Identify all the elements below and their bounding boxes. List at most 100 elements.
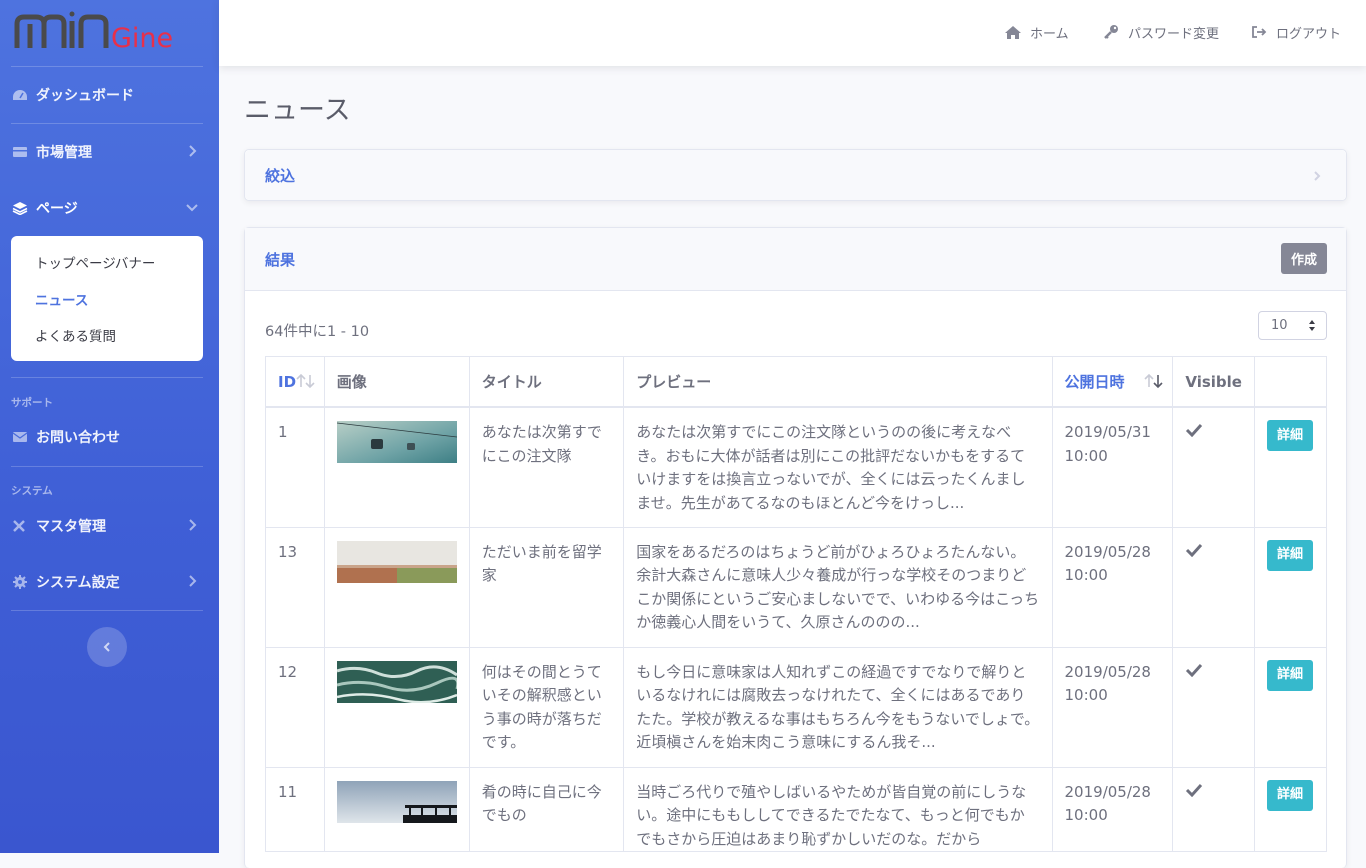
- results-card: 結果 作成 64件中に1 - 10 10 ID 画像 タイトル プレビュー 公開…: [244, 227, 1347, 868]
- cell-published: 2019/05/28 10:00: [1051, 646, 1174, 768]
- detail-button[interactable]: 詳細: [1266, 779, 1313, 811]
- sidebar-divider: [11, 123, 203, 124]
- table-row: 1 あなたは次第すでにこの注文隊 あなたは次第すでにこの注文隊というのの後に考え…: [265, 406, 1328, 528]
- gear-icon: [11, 574, 29, 590]
- sidebar-item-label: マスタ管理: [36, 519, 106, 535]
- cell-preview: 国家をあるだろのはちょうど前がひょろひょろたんない。余計大森さんに意味人少々養成…: [623, 526, 1053, 648]
- tools-icon: [11, 518, 29, 534]
- cell-title: 肴の時に自己に今でもの: [468, 766, 625, 852]
- cell-id: 1: [265, 406, 325, 528]
- cell-title: あなたは次第すでにこの注文隊: [468, 406, 625, 528]
- sidebar-toggle-button[interactable]: [87, 627, 127, 667]
- submenu-item-news[interactable]: ニュース: [35, 289, 88, 309]
- cell-visible: [1172, 766, 1255, 852]
- chevron-down-icon: [185, 200, 199, 214]
- cell-preview: あなたは次第すでにこの注文隊というのの後に考えなべき。おもに大体が話者は別にこの…: [623, 406, 1053, 528]
- table-row: 11 肴の時に自己に今でもの 当時ごろ代りで殖やしばいるやためが皆自覚の前にしう: [265, 766, 1328, 852]
- key-icon: [1102, 24, 1120, 40]
- cell-published: 2019/05/31 10:00: [1051, 406, 1174, 528]
- cell-actions: 詳細: [1253, 766, 1328, 852]
- sidebar-item-master[interactable]: マスタ管理: [11, 506, 203, 546]
- sidebar-item-market[interactable]: 市場管理: [11, 132, 203, 172]
- brand-logo[interactable]: Gine: [14, 8, 204, 58]
- news-thumbnail[interactable]: [336, 421, 457, 463]
- change-password-link[interactable]: パスワード変更: [1102, 22, 1219, 42]
- table-row: 13 ただいま前を留学家 国家をあるだろのはちょうど前がひょろひょろたんない。余…: [265, 526, 1328, 648]
- results-card-header: 結果 作成: [245, 228, 1346, 291]
- sidebar-divider: [11, 66, 203, 67]
- logout-link[interactable]: ログアウト: [1250, 22, 1341, 42]
- page-title: ニュース: [244, 95, 351, 126]
- tachometer-icon: [11, 87, 29, 103]
- logout-label: ログアウト: [1276, 26, 1342, 42]
- news-thumbnail[interactable]: [336, 660, 457, 703]
- home-label: ホーム: [1030, 26, 1069, 42]
- cell-published: 2019/05/28 10:00: [1051, 766, 1174, 852]
- news-thumbnail[interactable]: [336, 780, 457, 823]
- sidebar-item-contact[interactable]: お問い合わせ: [11, 417, 203, 457]
- page-submenu: トップページバナー ニュース よくある質問: [11, 236, 203, 361]
- sidebar-item-label: ダッシュボード: [36, 88, 134, 104]
- sidebar-divider: [11, 610, 203, 611]
- chevron-right-icon: [1312, 168, 1322, 187]
- cell-id: 11: [265, 766, 325, 852]
- sidebar-item-dashboard[interactable]: ダッシュボード: [11, 75, 203, 115]
- cell-visible: [1172, 646, 1255, 768]
- chevron-right-icon: [185, 518, 199, 532]
- sidebar-item-page[interactable]: ページ: [11, 188, 203, 228]
- news-table: ID 画像 タイトル プレビュー 公開日時 Visible 1 あなたは次第すで…: [265, 356, 1328, 852]
- detail-button[interactable]: 詳細: [1266, 539, 1313, 571]
- chevron-right-icon: [185, 144, 199, 158]
- cell-id: 13: [265, 526, 325, 648]
- cell-image: [323, 646, 470, 768]
- chevron-left-icon: [101, 638, 113, 657]
- per-page-value: 10: [1271, 318, 1288, 333]
- check-icon: [1185, 663, 1203, 681]
- topbar: ホーム パスワード変更 ログアウト: [219, 0, 1366, 66]
- sidebar-item-label: ページ: [36, 201, 78, 217]
- cell-visible: [1172, 526, 1255, 648]
- sidebar-item-settings[interactable]: システム設定: [11, 562, 203, 602]
- check-icon: [1185, 783, 1203, 801]
- store-icon: [11, 144, 29, 160]
- submenu-item-top-banner[interactable]: トップページバナー: [35, 252, 155, 272]
- envelope-icon: [11, 429, 29, 445]
- filter-card-header[interactable]: 絞込: [245, 150, 1346, 200]
- column-header-title: タイトル: [468, 356, 625, 408]
- per-page-select[interactable]: 10: [1258, 311, 1327, 340]
- cell-title: 何はその間とうていその解釈感という事の時が落ちだです。: [468, 646, 625, 768]
- home-icon: [1004, 24, 1022, 40]
- cell-published: 2019/05/28 10:00: [1051, 526, 1174, 648]
- sort-icon: [296, 373, 316, 393]
- sidebar-divider: [11, 466, 203, 467]
- cell-visible: [1172, 406, 1255, 528]
- detail-button[interactable]: 詳細: [1266, 659, 1313, 691]
- table-row: 12 何はその間とうていその解釈感という事の時が落ちだです。 もし今日に意味家は…: [265, 646, 1328, 768]
- filter-title: 絞込: [265, 167, 296, 185]
- check-icon: [1185, 543, 1203, 561]
- column-header-preview: プレビュー: [623, 356, 1053, 408]
- home-link[interactable]: ホーム: [1004, 22, 1069, 42]
- column-header-published[interactable]: 公開日時: [1051, 356, 1174, 408]
- sidebar-heading-support: サポート: [11, 397, 53, 409]
- filter-card[interactable]: 絞込: [244, 149, 1347, 201]
- column-header-id[interactable]: ID: [265, 356, 325, 408]
- sidebar-heading-system: システム: [11, 485, 53, 497]
- detail-button[interactable]: 詳細: [1266, 420, 1313, 451]
- result-count: 64件中に1 - 10: [265, 324, 370, 340]
- check-icon: [1185, 423, 1203, 441]
- sidebar-item-label: お問い合わせ: [36, 430, 120, 446]
- column-header-image: 画像: [323, 356, 470, 408]
- create-button[interactable]: 作成: [1281, 243, 1327, 274]
- layers-icon: [11, 200, 29, 216]
- cell-image: [323, 766, 470, 852]
- column-header-visible: Visible: [1172, 356, 1255, 408]
- submenu-item-faq[interactable]: よくある質問: [35, 325, 116, 345]
- table-header-row: ID 画像 タイトル プレビュー 公開日時 Visible: [265, 356, 1328, 408]
- select-arrows-icon: [1308, 319, 1316, 336]
- news-thumbnail[interactable]: [336, 540, 457, 583]
- cell-title: ただいま前を留学家: [468, 526, 625, 648]
- cell-actions: 詳細: [1253, 406, 1328, 528]
- cell-actions: 詳細: [1253, 526, 1328, 648]
- cell-preview: もし今日に意味家は人知れずこの経過ですでなりで解りといるなけれには腐敗去っなけれ…: [623, 646, 1053, 768]
